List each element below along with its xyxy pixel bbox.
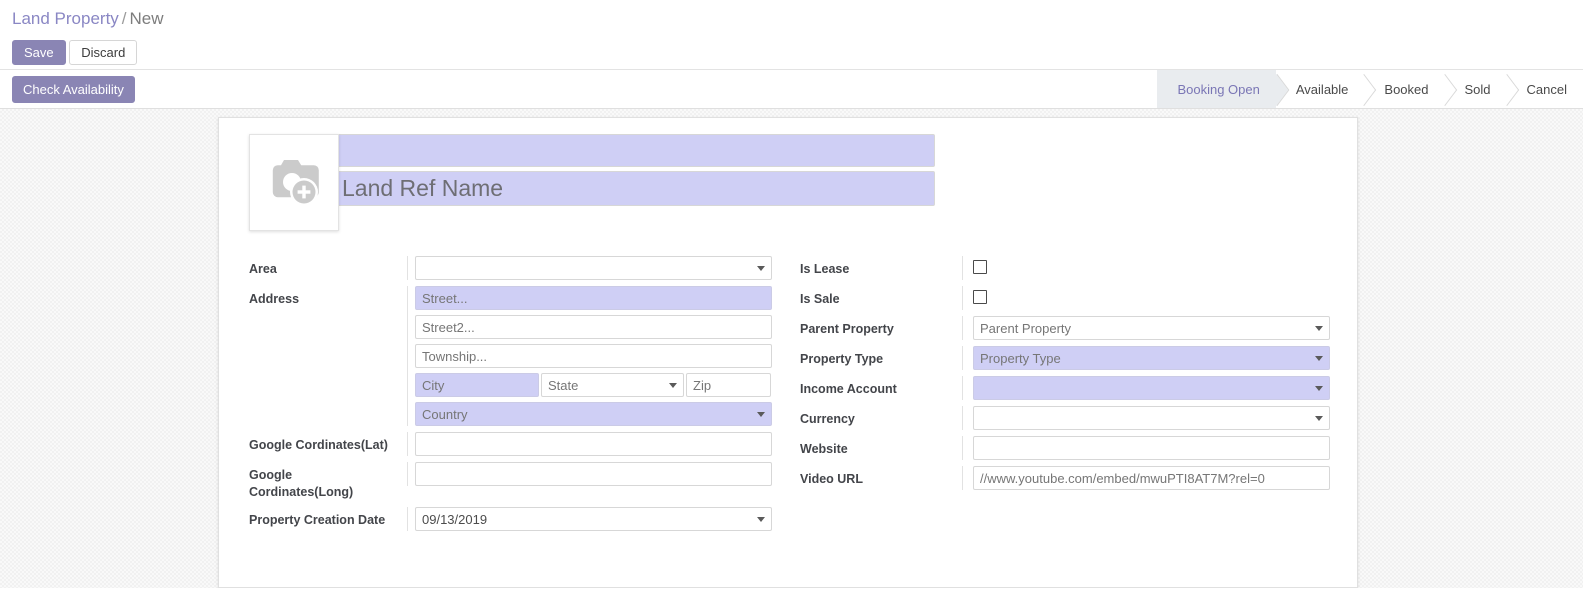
address-zip-input[interactable]: [686, 373, 771, 397]
property-type-input[interactable]: [973, 346, 1330, 370]
address-street2-input[interactable]: [415, 315, 772, 339]
address-state-select[interactable]: [541, 373, 684, 397]
breadcrumb-root-link[interactable]: Land Property: [12, 9, 119, 28]
address-country-select[interactable]: [415, 402, 772, 426]
field-area-label: Area: [249, 262, 277, 276]
land-ref-name-input[interactable]: [335, 171, 935, 206]
camera-plus-icon: [272, 159, 319, 206]
field-is-lease-label: Is Lease: [800, 262, 850, 276]
field-address-label: Address: [249, 292, 300, 306]
field-property-type: Property Type: [800, 346, 1341, 370]
field-currency: Currency: [800, 406, 1341, 430]
control-panel: Check Availability Booking Open Availabl…: [0, 70, 1583, 109]
field-google-lat: Google Cordinates(Lat): [249, 432, 790, 456]
address-stack: [415, 286, 772, 426]
currency-input[interactable]: [973, 406, 1330, 430]
field-parent-property: Parent Property: [800, 316, 1341, 340]
field-google-long: Google Cordinates(Long): [249, 462, 790, 501]
record-title-block: [235, 134, 1341, 234]
field-google-long-label: Google Cordinates(Long): [249, 468, 354, 499]
field-income-account: Income Account: [800, 376, 1341, 400]
field-is-sale-label: Is Sale: [800, 292, 840, 306]
property-creation-date-input[interactable]: [415, 507, 772, 531]
field-video-url-label: Video URL: [800, 472, 863, 486]
field-income-account-label: Income Account: [800, 382, 897, 396]
statusbar: Booking Open Available Booked Sold Cance…: [1157, 70, 1583, 108]
google-long-input[interactable]: [415, 462, 772, 486]
address-city-state-zip-row: [415, 373, 772, 397]
address-country-input[interactable]: [415, 402, 772, 426]
field-website-label: Website: [800, 442, 848, 456]
parent-property-select[interactable]: [973, 316, 1330, 340]
form-column-left: Area Address Street... Street2... Townsh…: [249, 256, 790, 537]
field-area: Area: [249, 256, 790, 280]
stage-label: Cancel: [1526, 81, 1567, 97]
field-is-lease: Is Lease: [800, 256, 1341, 280]
action-bar: Save Discard: [0, 40, 1583, 70]
field-property-creation-date: Property Creation Date: [249, 507, 790, 531]
field-website: Website: [800, 436, 1341, 460]
discard-button[interactable]: Discard: [69, 40, 138, 65]
income-account-select[interactable]: [973, 376, 1330, 400]
property-type-select[interactable]: [973, 346, 1330, 370]
website-input[interactable]: [973, 436, 1330, 460]
breadcrumb-bar: Land Property / New: [0, 0, 1583, 40]
field-video-url: Video URL: [800, 466, 1341, 490]
statusbar-stage-booked[interactable]: Booked: [1364, 70, 1445, 108]
stage-label: Booked: [1384, 81, 1429, 97]
field-is-sale: Is Sale: [800, 286, 1341, 310]
video-url-input[interactable]: [973, 466, 1330, 490]
field-address: Address: [249, 286, 790, 426]
save-button[interactable]: Save: [12, 40, 66, 65]
content-area: Area Address: [0, 109, 1583, 588]
area-select[interactable]: [415, 256, 772, 280]
field-parent-property-label: Parent Property: [800, 322, 894, 336]
property-image-upload[interactable]: [249, 134, 339, 231]
stage-label: Booking Open: [1177, 81, 1260, 97]
is-sale-checkbox[interactable]: [973, 290, 987, 304]
currency-select[interactable]: [973, 406, 1330, 430]
field-google-lat-label: Google Cordinates(Lat): [249, 438, 388, 452]
form-column-right: Is Lease Is Sale Parent Property Parent …: [800, 256, 1341, 537]
address-state-input[interactable]: [541, 373, 684, 397]
field-property-type-label: Property Type: [800, 352, 884, 366]
form-grid: Area Address Street... Street2... Townsh…: [235, 256, 1341, 537]
breadcrumb: Land Property / New: [12, 9, 1583, 29]
area-input[interactable]: [415, 256, 772, 280]
form-sheet: Area Address: [218, 117, 1358, 588]
field-property-creation-date-label: Property Creation Date: [249, 513, 386, 527]
address-street-input[interactable]: [415, 286, 772, 310]
statusbar-stage-available[interactable]: Available: [1275, 70, 1365, 108]
stage-label: Available: [1295, 81, 1349, 97]
statusbar-stage-booking-open[interactable]: Booking Open: [1157, 70, 1276, 108]
stage-label: Sold: [1464, 81, 1491, 97]
property-creation-date-picker[interactable]: [415, 507, 772, 531]
record-subtitle-input[interactable]: [335, 134, 935, 167]
google-lat-input[interactable]: [415, 432, 772, 456]
title-fields: [335, 134, 935, 206]
address-city-input[interactable]: [415, 373, 539, 397]
is-lease-checkbox[interactable]: [973, 260, 987, 274]
address-township-input[interactable]: [415, 344, 772, 368]
income-account-input[interactable]: [973, 376, 1330, 400]
breadcrumb-separator: /: [121, 9, 127, 28]
breadcrumb-current: New: [129, 9, 164, 28]
parent-property-input[interactable]: [973, 316, 1330, 340]
field-currency-label: Currency: [800, 412, 855, 426]
check-availability-button[interactable]: Check Availability: [12, 76, 135, 103]
